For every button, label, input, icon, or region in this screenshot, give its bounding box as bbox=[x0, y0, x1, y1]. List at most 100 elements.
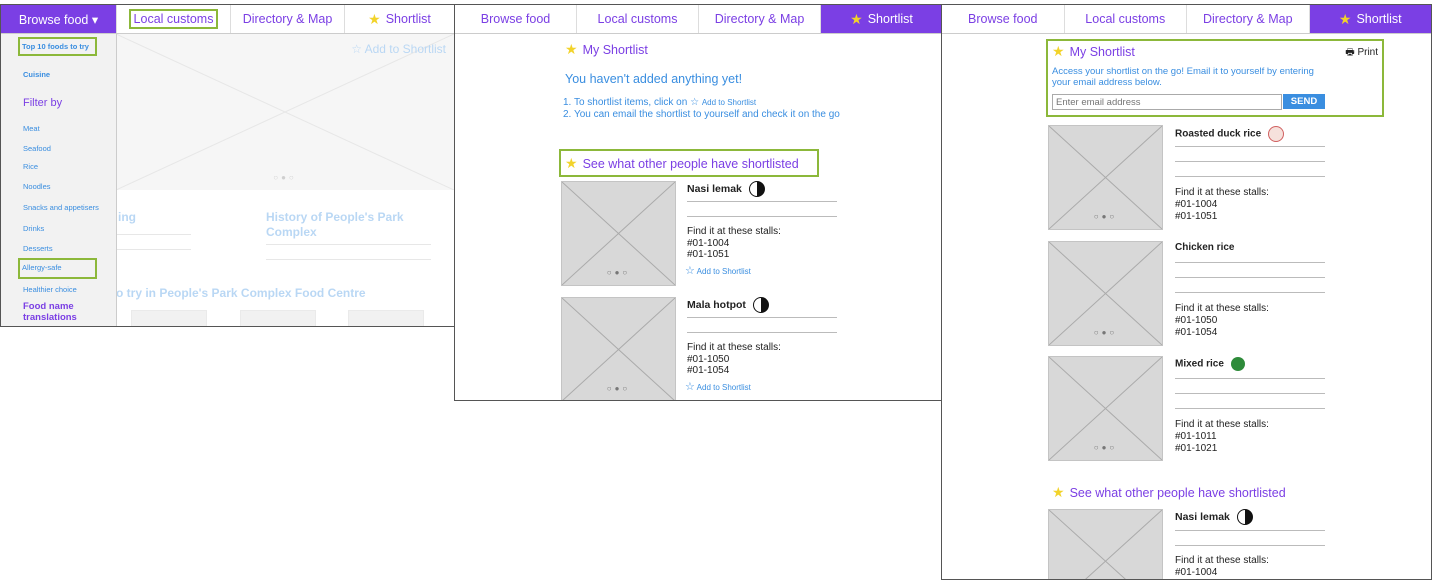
halal-icon bbox=[1267, 126, 1284, 142]
divider bbox=[1175, 292, 1325, 293]
instruction-1: 1. To shortlist items, click on ☆ Add to… bbox=[563, 97, 756, 108]
divider bbox=[1175, 545, 1325, 546]
divider bbox=[1175, 277, 1325, 278]
star-icon: ★ bbox=[850, 10, 863, 27]
print-label: Print bbox=[1357, 47, 1378, 58]
stall-number: #01-1004 bbox=[1175, 199, 1218, 210]
food-name: Mala hotpot bbox=[687, 297, 769, 313]
food-image-placeholder: ○●○ bbox=[1048, 356, 1163, 461]
add-to-shortlist-link[interactable]: ☆ Add to Shortlist bbox=[351, 42, 446, 56]
tab-shortlist[interactable]: ★ Shortlist bbox=[345, 5, 454, 33]
stall-number: #01-1004 bbox=[687, 238, 730, 249]
divider bbox=[116, 234, 191, 235]
email-input[interactable] bbox=[1052, 94, 1282, 110]
menu-item-food-name-translations[interactable]: Food name translations bbox=[23, 301, 103, 323]
menu-item-cuisine[interactable]: Cuisine bbox=[23, 70, 50, 79]
carousel-dots[interactable]: ○●○ bbox=[1049, 443, 1162, 452]
menu-item-desserts[interactable]: Desserts bbox=[23, 244, 53, 253]
divider bbox=[1175, 262, 1325, 263]
menu-item-top10[interactable]: Top 10 foods to try bbox=[18, 37, 97, 56]
food-name-text: Nasi lemak bbox=[687, 182, 742, 195]
others-heading-text: See what other people have shortlisted bbox=[582, 157, 799, 171]
tab-shortlist[interactable]: ★ Shortlist bbox=[821, 5, 942, 33]
stall-number: #01-1004 bbox=[1175, 567, 1218, 578]
menu-item-allergy-safe[interactable]: Allergy-safe bbox=[18, 258, 97, 279]
tab-shortlist-label: Shortlist bbox=[385, 12, 431, 26]
carousel-dots[interactable]: ○●○ bbox=[562, 268, 675, 277]
vegetarian-icon bbox=[1230, 357, 1245, 371]
stalls-label: Find it at these stalls: bbox=[687, 342, 781, 353]
instruction-1-text: 1. To shortlist items, click on bbox=[563, 97, 688, 108]
stall-number: #01-1054 bbox=[1175, 327, 1218, 338]
star-icon: ★ bbox=[565, 41, 578, 57]
add-to-shortlist-link[interactable]: ☆ Add to Shortlist bbox=[685, 380, 751, 393]
stalls-label: Find it at these stalls: bbox=[1175, 187, 1269, 198]
food-image-placeholder: ○●○ bbox=[561, 297, 676, 400]
tab-browse-food[interactable]: Browse food bbox=[942, 5, 1065, 33]
carousel-dots[interactable]: ○●○ bbox=[116, 173, 454, 182]
hero-image-placeholder: ○●○ bbox=[115, 33, 454, 191]
menu-item-drinks[interactable]: Drinks bbox=[23, 224, 44, 233]
menu-item-meat[interactable]: Meat bbox=[23, 124, 40, 133]
tab-local-customs[interactable]: Local customs bbox=[117, 5, 231, 33]
tab-browse-food[interactable]: Browse food ▾ bbox=[1, 5, 117, 33]
food-name: Nasi lemak bbox=[1175, 509, 1253, 525]
stall-number: #01-1051 bbox=[687, 249, 730, 260]
faded-heading-3: o try in People's Park Complex Food Cent… bbox=[116, 286, 366, 300]
stalls-label: Find it at these stalls: bbox=[1175, 555, 1269, 566]
stall-number: #01-1054 bbox=[687, 365, 730, 376]
email-description: Access your shortlist on the go! Email i… bbox=[1052, 66, 1314, 88]
carousel-dots[interactable]: ○●○ bbox=[562, 384, 675, 393]
tab-directory-map[interactable]: Directory & Map bbox=[1187, 5, 1310, 33]
add-to-shortlist-link[interactable]: ☆ Add to Shortlist bbox=[685, 264, 751, 277]
carousel-dots[interactable]: ○●○ bbox=[1049, 328, 1162, 337]
carousel-dots[interactable]: ○●○ bbox=[1049, 212, 1162, 221]
divider bbox=[1175, 146, 1325, 147]
star-outline-icon: ☆ bbox=[685, 265, 695, 277]
stall-number: #01-1011 bbox=[1175, 431, 1217, 442]
tab-local-customs[interactable]: Local customs bbox=[1065, 5, 1187, 33]
food-name: Nasi lemak bbox=[687, 181, 765, 197]
menu-item-seafood[interactable]: Seafood bbox=[23, 144, 51, 153]
divider bbox=[1175, 530, 1325, 531]
yin-yang-icon bbox=[752, 297, 769, 313]
tab-shortlist[interactable]: ★ Shortlist bbox=[1309, 5, 1431, 33]
tab-local-customs[interactable]: Local customs bbox=[577, 5, 699, 33]
star-icon: ★ bbox=[1052, 43, 1065, 59]
others-heading-text: See what other people have shortlisted bbox=[1069, 486, 1286, 500]
divider bbox=[1175, 161, 1325, 162]
others-shortlisted-heading: ★ See what other people have shortlisted bbox=[559, 149, 819, 177]
tab-directory-map[interactable]: Directory & Map bbox=[231, 5, 345, 33]
food-image-placeholder: ○●○ bbox=[1048, 241, 1163, 346]
menu-item-healthier[interactable]: Healthier choice bbox=[23, 285, 77, 294]
send-button[interactable]: SEND bbox=[1283, 94, 1325, 109]
tab-browse-food[interactable]: Browse food bbox=[455, 5, 577, 33]
menu-item-rice[interactable]: Rice bbox=[23, 162, 38, 171]
food-image-placeholder: ○●○ bbox=[561, 181, 676, 286]
star-icon: ★ bbox=[565, 155, 578, 171]
divider bbox=[687, 201, 837, 202]
instruction-2: 2. You can email the shortlist to yourse… bbox=[563, 109, 840, 120]
menu-item-snacks[interactable]: Snacks and appetisers bbox=[23, 203, 99, 212]
food-name: Chicken rice bbox=[1175, 242, 1235, 253]
tab-directory-map[interactable]: Directory & Map bbox=[699, 5, 821, 33]
divider bbox=[687, 332, 837, 333]
divider bbox=[687, 216, 837, 217]
browse-food-dropdown-menu: Top 10 foods to try Cuisine Filter by Me… bbox=[1, 34, 117, 326]
menu-item-noodles[interactable]: Noodles bbox=[23, 182, 51, 191]
email-shortlist-box: ★ My Shortlist 🖶 Print Access your shortl… bbox=[1046, 39, 1384, 117]
printer-icon: 🖶 bbox=[1345, 47, 1355, 58]
food-name: Roasted duck rice bbox=[1175, 126, 1284, 142]
tab-shortlist-label: Shortlist bbox=[867, 12, 913, 26]
stall-number: #01-1021 bbox=[1175, 443, 1218, 454]
star-outline-icon: ☆ bbox=[351, 42, 362, 56]
food-name-text: Nasi lemak bbox=[1175, 510, 1230, 523]
add-to-shortlist-link[interactable]: Add to Shortlist bbox=[702, 98, 756, 107]
local-customs-label: Local customs bbox=[128, 9, 219, 29]
empty-shortlist-message: You haven't added anything yet! bbox=[565, 72, 743, 86]
stall-number: #01-1050 bbox=[687, 354, 730, 365]
tab-shortlist-label: Shortlist bbox=[1356, 12, 1402, 26]
print-button[interactable]: 🖶 Print bbox=[1345, 45, 1378, 62]
food-name-text: Mixed rice bbox=[1175, 358, 1224, 370]
my-shortlist-title: My Shortlist bbox=[582, 43, 648, 57]
